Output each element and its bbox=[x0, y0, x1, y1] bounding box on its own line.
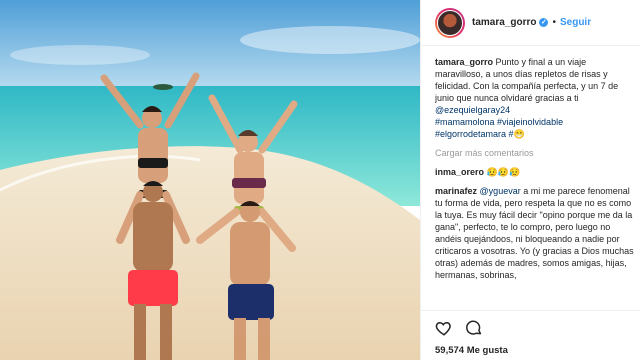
comments-feed[interactable]: tamara_gorro Punto y final a un viaje ma… bbox=[435, 56, 635, 310]
beach-photo bbox=[0, 0, 420, 360]
comment-mention[interactable]: @yguevar bbox=[480, 186, 521, 196]
caption-hashtags[interactable]: #mamamolona #viajeinolvidable #elgorrode… bbox=[435, 117, 563, 139]
post-photo[interactable] bbox=[0, 0, 420, 360]
post-caption: tamara_gorro Punto y final a un viaje ma… bbox=[435, 56, 635, 140]
follow-button[interactable]: Seguir bbox=[560, 17, 591, 28]
comment-item: inma_orero 😥😥😥 bbox=[435, 166, 635, 178]
caption-mention[interactable]: @ezequielgaray24 bbox=[435, 105, 510, 115]
verified-icon: ✓ bbox=[539, 18, 549, 27]
avatar[interactable] bbox=[435, 7, 465, 38]
comment-text: 😥😥😥 bbox=[484, 167, 521, 177]
username-link[interactable]: tamara_gorro bbox=[472, 17, 536, 28]
separator-dot: • bbox=[552, 17, 556, 28]
likes-count[interactable]: 59,574 Me gusta bbox=[435, 345, 508, 356]
post-actions-bar: 59,574 Me gusta bbox=[421, 310, 640, 360]
comment-username[interactable]: inma_orero bbox=[435, 167, 484, 177]
comment-item: marinafez @yguevar a mi me parece fenome… bbox=[435, 185, 635, 281]
comment-text: a mi me parece fenomenal tu forma de vid… bbox=[435, 186, 634, 280]
comment-username[interactable]: marinafez bbox=[435, 186, 477, 196]
caption-emoji: 😁 bbox=[513, 129, 525, 139]
load-more-comments-button[interactable]: Cargar más comentarios bbox=[435, 147, 635, 159]
post-side-panel: tamara_gorro ✓ • Seguir tamara_gorro Pun… bbox=[420, 0, 640, 360]
caption-username[interactable]: tamara_gorro bbox=[435, 57, 493, 67]
post-header: tamara_gorro ✓ • Seguir bbox=[421, 0, 640, 46]
comment-icon[interactable] bbox=[465, 319, 483, 337]
heart-icon[interactable] bbox=[435, 319, 453, 337]
